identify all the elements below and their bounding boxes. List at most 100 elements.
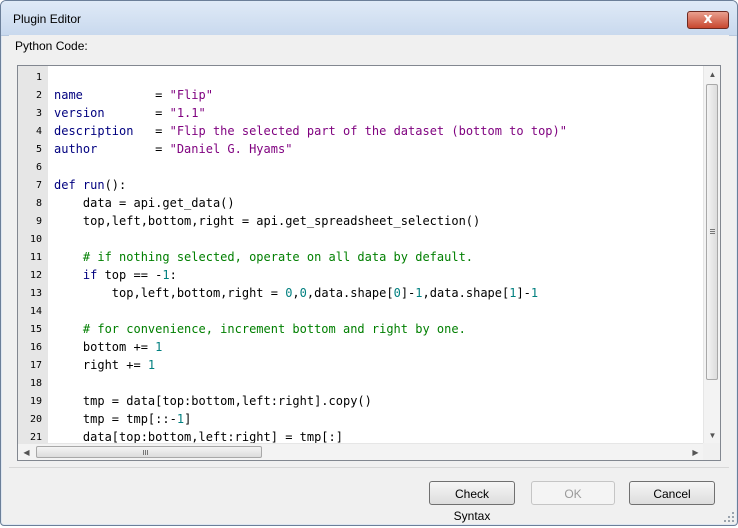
- line-number: 15: [29, 324, 42, 335]
- code-token: :: [169, 268, 177, 282]
- code-line: top,left,bottom,right = api.get_spreadsh…: [54, 214, 480, 228]
- line-number: 9: [35, 216, 42, 227]
- line-number: 4: [35, 126, 42, 137]
- code-token: ]-: [400, 286, 416, 300]
- code-token: # if nothing selected, operate on all da…: [54, 250, 474, 264]
- code-token: ,data.shape[: [306, 286, 394, 300]
- code-line: data[top:bottom,left:right] = tmp[:]: [54, 430, 343, 444]
- vertical-scrollbar[interactable]: ▲ ▼: [703, 66, 720, 444]
- line-number: 18: [29, 378, 42, 389]
- line-number: 8: [35, 198, 42, 209]
- window-title: Plugin Editor: [13, 12, 82, 26]
- code-token: =: [104, 106, 170, 120]
- code-token: 0: [393, 286, 401, 300]
- resize-grip-icon[interactable]: [724, 512, 734, 522]
- line-number: 12: [29, 270, 42, 281]
- dialog-content: Python Code: 1 2 3 4 5 6 7 8 9 10 11 12 13 14 15 16 17 18…: [9, 35, 729, 523]
- code-token: # for convenience, increment bottom and …: [54, 322, 466, 336]
- code-token: ():: [104, 178, 127, 192]
- code-line: def run():: [54, 178, 126, 192]
- code-token: data[top:bottom,left:right] = tmp[:]: [54, 430, 343, 444]
- code-token: top == -: [97, 268, 163, 282]
- code-line: name = "Flip": [54, 88, 213, 102]
- code-line: # for convenience, increment bottom and …: [54, 322, 466, 336]
- code-line: tmp = tmp[::-1]: [54, 412, 191, 426]
- code-token: top,left,bottom,right =: [54, 286, 286, 300]
- line-number: 19: [29, 396, 42, 407]
- code-token: author: [54, 142, 98, 156]
- code-token: 1: [530, 286, 539, 300]
- code-text-area[interactable]: name = "Flip" version = "1.1" description …: [48, 66, 704, 444]
- grip-icon: [710, 229, 715, 230]
- code-token: ,data.shape[: [422, 286, 510, 300]
- scrollbar-corner: [703, 443, 720, 460]
- check-syntax-button[interactable]: Check Syntax: [429, 481, 515, 523]
- code-token: tmp = tmp[::-: [54, 412, 177, 426]
- code-editor[interactable]: 1 2 3 4 5 6 7 8 9 10 11 12 13 14 15 16 17 18 19 20 21 name =…: [17, 65, 721, 461]
- title-bar: Plugin Editor x: [1, 1, 737, 36]
- scroll-up-icon[interactable]: ▲: [704, 66, 720, 83]
- code-line: version = "1.1": [54, 106, 206, 120]
- line-number: 1: [35, 72, 42, 83]
- code-token: name: [54, 88, 83, 102]
- button-area-divider: [9, 467, 729, 468]
- code-token: "1.1": [169, 106, 206, 120]
- code-token: bottom +=: [54, 340, 156, 354]
- code-token: ,: [292, 286, 300, 300]
- code-line: bottom += 1: [54, 340, 163, 354]
- code-token: "Flip": [169, 88, 213, 102]
- code-token: data = api.get_data(): [54, 196, 235, 210]
- code-token: =: [97, 142, 170, 156]
- close-button[interactable]: x: [687, 11, 729, 29]
- code-line: # if nothing selected, operate on all da…: [54, 250, 473, 264]
- code-token: "Flip the selected part of the dataset (…: [169, 124, 567, 138]
- ok-button[interactable]: OK: [531, 481, 615, 505]
- cancel-button[interactable]: Cancel: [629, 481, 715, 505]
- close-icon: x: [703, 11, 713, 27]
- code-token: def run: [54, 178, 105, 192]
- code-token: 1: [415, 286, 423, 300]
- line-number: 5: [35, 144, 42, 155]
- scroll-down-icon[interactable]: ▼: [704, 427, 720, 444]
- code-token: 1: [162, 268, 170, 282]
- code-line: description = "Flip the selected part of…: [54, 124, 567, 138]
- grip-icon: [143, 450, 144, 455]
- line-number: 21: [29, 432, 42, 443]
- code-token: "Daniel G. Hyams": [169, 142, 293, 156]
- line-number: 2: [35, 90, 42, 101]
- code-line: if top == -1:: [54, 268, 177, 282]
- code-token: ]: [184, 412, 192, 426]
- horizontal-scrollbar[interactable]: ◀ ▶: [18, 443, 704, 460]
- line-number: 17: [29, 360, 42, 371]
- line-number: 16: [29, 342, 42, 353]
- code-line: top,left,bottom,right = 0,0,data.shape[0…: [54, 286, 538, 300]
- code-token: top,left,bottom,right = api.get_spreadsh…: [54, 214, 481, 228]
- line-number: 20: [29, 414, 42, 425]
- code-token: right +=: [54, 358, 148, 372]
- python-code-label: Python Code:: [15, 39, 88, 53]
- line-number: 10: [29, 234, 42, 245]
- code-token: tmp = data[top:bottom,left:right].copy(): [54, 394, 372, 408]
- code-line: data = api.get_data(): [54, 196, 235, 210]
- line-number: 6: [35, 162, 42, 173]
- code-token: 1: [147, 358, 156, 372]
- line-number: 13: [29, 288, 42, 299]
- plugin-editor-window: Plugin Editor x Python Code: 1 2 3 4 5 6 7 8 9 10…: [0, 0, 738, 526]
- line-number: 14: [29, 306, 42, 317]
- scroll-left-icon[interactable]: ◀: [18, 444, 35, 460]
- vertical-scroll-thumb[interactable]: [706, 84, 718, 380]
- code-token: =: [133, 124, 170, 138]
- code-token: 1: [176, 412, 185, 426]
- scroll-right-icon[interactable]: ▶: [687, 444, 704, 460]
- code-token: version: [54, 106, 105, 120]
- horizontal-scroll-thumb[interactable]: [36, 446, 262, 458]
- line-number: 3: [35, 108, 42, 119]
- code-line: tmp = data[top:bottom,left:right].copy(): [54, 394, 372, 408]
- code-token: if: [54, 268, 98, 282]
- code-token: ]-: [516, 286, 531, 300]
- line-number: 11: [29, 252, 42, 263]
- code-token: =: [82, 88, 170, 102]
- line-number: 7: [35, 180, 42, 191]
- code-line: author = "Daniel G. Hyams": [54, 142, 292, 156]
- code-token: 0: [299, 286, 307, 300]
